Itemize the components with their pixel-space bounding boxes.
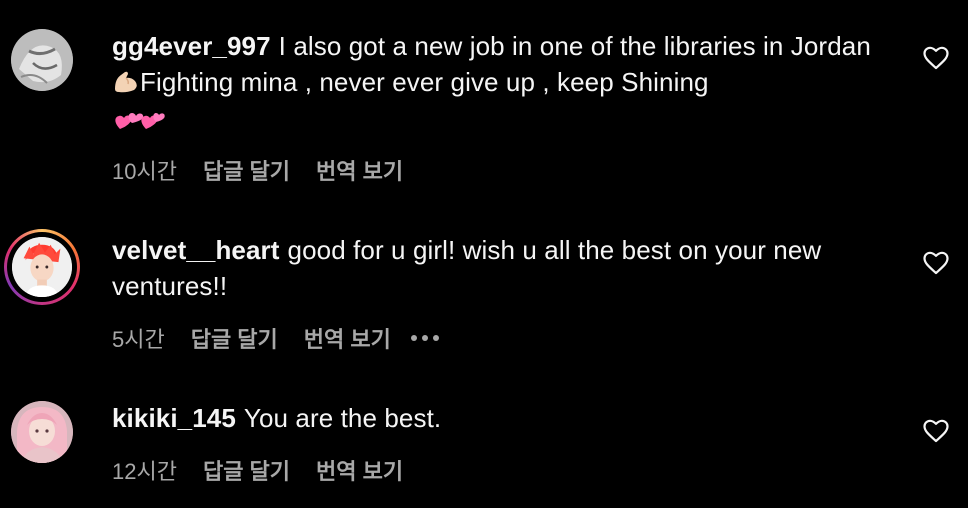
like-heart-icon[interactable] xyxy=(923,419,949,443)
comment-body: gg4ever_997 I also got a new job in one o… xyxy=(112,28,872,144)
avatar-image xyxy=(12,237,72,297)
comment-time[interactable]: 5시간 xyxy=(112,322,165,354)
comment-meta: 5시간 답글 달기 번역 보기 xyxy=(112,322,439,354)
comment-time[interactable]: 10시간 xyxy=(112,154,177,186)
reply-button[interactable]: 답글 달기 xyxy=(191,322,278,354)
comment-body: kikiki_145 You are the best. xyxy=(112,400,872,436)
avatar-with-story-ring[interactable] xyxy=(4,229,80,305)
avatar[interactable] xyxy=(8,26,76,94)
reply-button[interactable]: 답글 달기 xyxy=(203,454,290,486)
comment-text: I also got a new job in one of the libra… xyxy=(278,31,871,61)
like-heart-icon[interactable] xyxy=(923,46,949,70)
comment-body: velvet__heart good for u girl! wish u all… xyxy=(112,232,872,304)
comment-time[interactable]: 12시간 xyxy=(112,454,177,486)
two-hearts-emoji-icon xyxy=(112,108,166,144)
more-options-icon[interactable] xyxy=(410,335,439,341)
comment-meta: 10시간 답글 달기 번역 보기 xyxy=(112,154,403,186)
comment-text-continued: Fighting mina , never ever give up , kee… xyxy=(140,67,709,97)
avatar[interactable] xyxy=(8,398,76,466)
avatar-image xyxy=(11,29,73,91)
reply-button[interactable]: 답글 달기 xyxy=(203,154,290,186)
comment-text: You are the best. xyxy=(243,403,442,433)
comment-username[interactable]: gg4ever_997 xyxy=(112,31,271,61)
avatar-image xyxy=(11,401,73,463)
comment-meta: 12시간 답글 달기 번역 보기 xyxy=(112,454,403,486)
see-translation-button[interactable]: 번역 보기 xyxy=(316,454,403,486)
see-translation-button[interactable]: 번역 보기 xyxy=(316,154,403,186)
comment-username[interactable]: kikiki_145 xyxy=(112,403,236,433)
like-heart-icon[interactable] xyxy=(923,251,949,275)
comment-username[interactable]: velvet__heart xyxy=(112,235,280,265)
muscle-emoji-icon xyxy=(112,68,140,104)
see-translation-button[interactable]: 번역 보기 xyxy=(304,322,391,354)
